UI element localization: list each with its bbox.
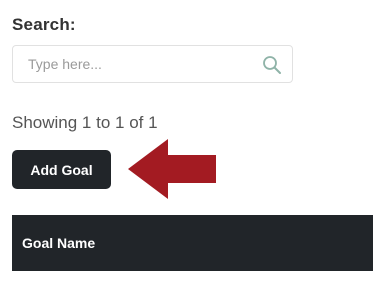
add-goal-button[interactable]: Add Goal — [12, 150, 111, 189]
search-input[interactable] — [13, 46, 253, 82]
column-header-goal-name[interactable]: Goal Name — [22, 215, 95, 271]
page: Search: Showing 1 to 1 of 1 Add Goal Goa… — [0, 0, 373, 282]
search-icon[interactable] — [262, 55, 282, 75]
pagination-info: Showing 1 to 1 of 1 — [12, 113, 158, 132]
search-label: Search: — [12, 15, 76, 34]
table-header: Goal Name — [12, 215, 373, 271]
arrow-left-icon — [128, 139, 216, 199]
search-box[interactable] — [12, 45, 293, 83]
